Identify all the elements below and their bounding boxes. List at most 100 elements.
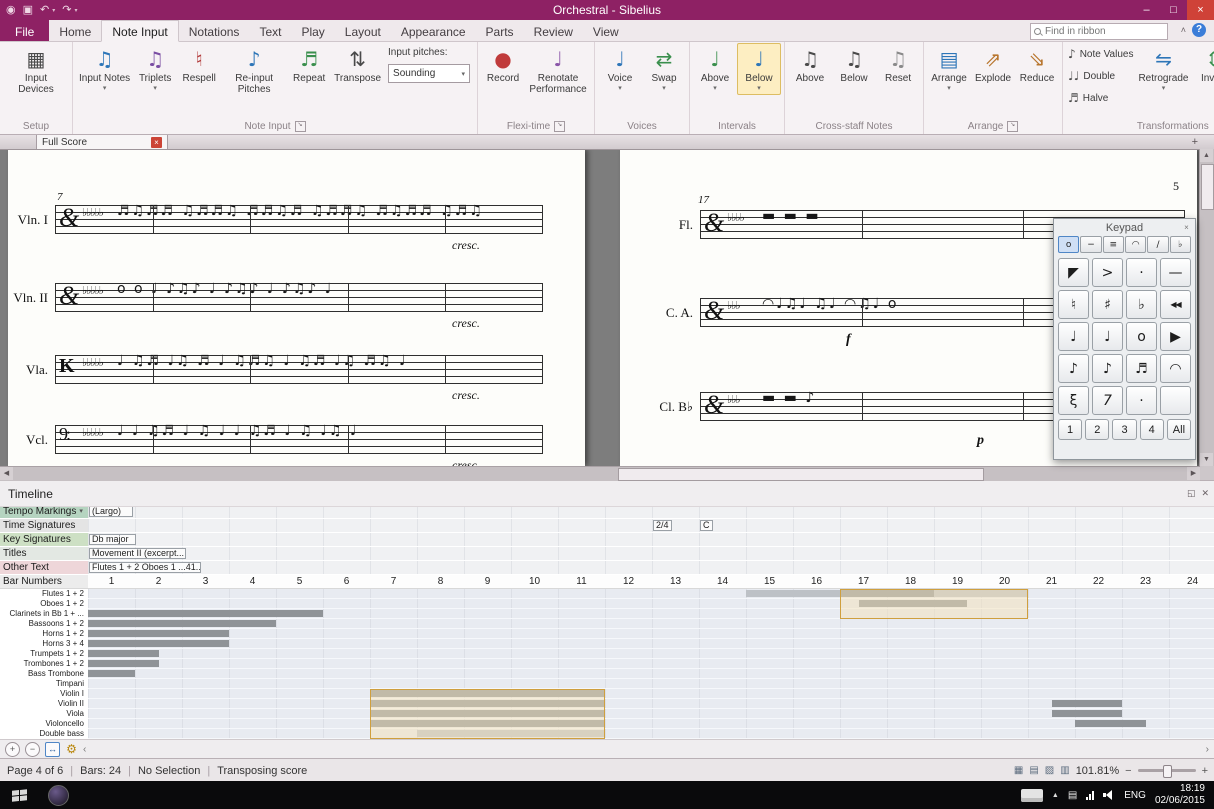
- keypad-button-sixteenth-note[interactable]: ♪: [1092, 354, 1123, 383]
- activity-segment[interactable]: [88, 650, 159, 657]
- horizontal-scrollbar[interactable]: ◀ ▶: [0, 466, 1200, 481]
- tab-appearance[interactable]: Appearance: [391, 20, 476, 41]
- keypad-button-blank[interactable]: [1160, 386, 1191, 415]
- keypad-button-previous-layout[interactable]: ◀◀: [1160, 290, 1191, 319]
- button-note-values[interactable]: ♪ Note Values: [1068, 47, 1133, 61]
- ideas-panel-toggle-icon[interactable]: ▥: [1060, 765, 1069, 776]
- zoom-slider-thumb[interactable]: [1162, 765, 1172, 778]
- keypad-button-natural[interactable]: ♮: [1058, 290, 1089, 319]
- keypad-button-mouse-pointer[interactable]: ◤: [1058, 258, 1089, 287]
- button-note-input-triplets[interactable]: ♫ Triplets ▾: [133, 43, 177, 95]
- volume-icon[interactable]: [1103, 790, 1115, 800]
- keypad-button-accent[interactable]: >: [1092, 258, 1123, 287]
- timeline-selection[interactable]: [370, 689, 605, 739]
- taskbar-clock[interactable]: 18:19 02/06/2015: [1155, 783, 1205, 807]
- instrument-activity-track[interactable]: [88, 719, 1214, 729]
- maximize-button[interactable]: □: [1160, 0, 1187, 20]
- activity-segment[interactable]: [88, 630, 229, 637]
- minimize-button[interactable]: –: [1133, 0, 1160, 20]
- timeline-event-chip[interactable]: Db major: [89, 534, 136, 545]
- tab-note-input[interactable]: Note Input: [101, 20, 179, 42]
- keypad-panel-toggle-icon[interactable]: ▦: [1014, 765, 1023, 776]
- button-note-input-repeat[interactable]: ♬ Repeat: [287, 43, 331, 86]
- tab-parts[interactable]: Parts: [476, 20, 524, 41]
- instrument-activity-track[interactable]: [88, 629, 1214, 639]
- keypad-button-next-layout[interactable]: ▶: [1160, 322, 1191, 351]
- keypad-voice-3[interactable]: 3: [1112, 419, 1137, 440]
- timeline-row-label[interactable]: Titles: [0, 547, 88, 560]
- staff-vln-ii[interactable]: Vln. II & ♭♭♭♭♭ o o ♩ ♪♫♪ ♩ ♪♫♪ ♩ ♪♫♪ ♩: [13, 281, 543, 312]
- keypad-tab-accidentals[interactable]: ♭: [1169, 236, 1191, 253]
- keypad-button-thirty-second-note[interactable]: ♬: [1126, 354, 1157, 383]
- keypad-voice-4[interactable]: 4: [1139, 419, 1164, 440]
- redo-icon[interactable]: ↷: [62, 0, 71, 20]
- keypad-tab-beams-tremolos[interactable]: ≡: [1102, 236, 1124, 253]
- activity-segment[interactable]: [1051, 710, 1122, 717]
- button-cross-staff-notes-above[interactable]: ♫ Above: [788, 43, 832, 86]
- button-double[interactable]: ♩♩ Double: [1068, 69, 1133, 83]
- keypad-button-quarter-rest[interactable]: ξ: [1058, 386, 1089, 415]
- zoom-slider[interactable]: [1137, 765, 1196, 778]
- find-in-ribbon-input[interactable]: [1043, 25, 1165, 38]
- activity-segment[interactable]: [746, 590, 840, 597]
- timeline-row-label[interactable]: Time Signatures: [0, 519, 88, 532]
- timeline-row-label[interactable]: Other Text: [0, 561, 88, 574]
- vertical-scrollbar[interactable]: ▲ ▼: [1199, 149, 1214, 466]
- button-cross-staff-notes-below[interactable]: ♫ Below: [832, 43, 876, 86]
- tab-home[interactable]: Home: [49, 20, 101, 41]
- button-voices-voice[interactable]: ♩ Voice ▾: [598, 43, 642, 95]
- keypad-tab-jazz-articulations[interactable]: ∕: [1147, 236, 1169, 253]
- button-halve[interactable]: ♬ Halve: [1068, 91, 1133, 105]
- save-icon[interactable]: ▣: [23, 0, 33, 20]
- instrument-activity-track[interactable]: [88, 609, 1214, 619]
- keypad-button-staccato[interactable]: ·: [1126, 258, 1157, 287]
- button-note-input-re-input-pitches[interactable]: ♪ Re-input Pitches: [221, 43, 287, 97]
- keypad-voice-2[interactable]: 2: [1085, 419, 1110, 440]
- timeline-event-chip[interactable]: Flutes 1 + 2 Oboes 1 ...41...: [89, 562, 201, 573]
- instrument-activity-track[interactable]: [88, 649, 1214, 659]
- instrument-activity-track[interactable]: [88, 589, 1214, 599]
- activity-segment[interactable]: [88, 640, 229, 647]
- app-icon[interactable]: ◉: [6, 0, 16, 20]
- redo-dropdown-icon[interactable]: ▾: [74, 7, 77, 14]
- close-tab-icon[interactable]: ×: [151, 136, 162, 148]
- instrument-activity-track[interactable]: [88, 679, 1214, 689]
- button-flexi-time-record[interactable]: ● Record: [481, 43, 525, 86]
- timeline-scroll-right-icon[interactable]: ›: [1206, 744, 1209, 755]
- timeline-settings-gear-icon[interactable]: ⚙: [65, 743, 78, 756]
- keypad-tab-more-notes[interactable]: −: [1080, 236, 1102, 253]
- tab-notations[interactable]: Notations: [179, 20, 250, 41]
- timeline-event-chip[interactable]: Movement II (excerpt...: [89, 548, 186, 559]
- tab-layout[interactable]: Layout: [335, 20, 391, 41]
- dialog-launcher-icon[interactable]: ↘: [294, 120, 306, 132]
- keypad-tab-articulations[interactable]: ◠: [1124, 236, 1147, 253]
- timeline-row-label[interactable]: Key Signatures: [0, 533, 88, 546]
- button-arrange-arrange[interactable]: ▤ Arrange ▾: [927, 43, 971, 95]
- activity-segment[interactable]: [1075, 720, 1146, 727]
- minimize-ribbon-icon[interactable]: ˄: [1181, 25, 1186, 35]
- button-flexi-time-renotate-performance[interactable]: ♩ Renotate Performance: [525, 43, 591, 97]
- timeline-zoom-in-icon[interactable]: +: [5, 742, 20, 757]
- document-tab-full-score[interactable]: Full Score ×: [36, 134, 168, 149]
- keypad-button-flat[interactable]: ♭: [1126, 290, 1157, 319]
- staff-vla[interactable]: Vla. K ♭♭♭♭♭ ♩ ♫♬ ♩♫ ♬ ♩ ♫♬♫ ♩ ♫♬ ♩♫ ♬♫ ♩: [26, 353, 543, 384]
- horizontal-scroll-thumb[interactable]: [618, 468, 984, 481]
- keypad-button-eighth-note[interactable]: ♪: [1058, 354, 1089, 383]
- close-button[interactable]: ×: [1187, 0, 1214, 20]
- button-note-input-respell[interactable]: ♮ Respell: [177, 43, 221, 86]
- undo-icon[interactable]: ↶: [40, 0, 49, 20]
- mixer-panel-toggle-icon[interactable]: ▤: [1029, 765, 1038, 776]
- keypad-button-half-note[interactable]: ♩: [1058, 322, 1089, 351]
- instrument-activity-track[interactable]: [88, 669, 1214, 679]
- score-canvas[interactable]: 7 Vln. I & ♭♭♭♭♭ ♬♫♬♬ ♫♬♬♫ ♬♬♫♬ ♫♬♬♫ ♬♫♬♬ ♫♬…: [0, 149, 1200, 466]
- keypad-button-tie[interactable]: ◠: [1160, 354, 1191, 383]
- touch-keyboard-icon[interactable]: [1020, 788, 1043, 802]
- timeline-selection[interactable]: [840, 589, 1028, 619]
- activity-segment[interactable]: [88, 670, 135, 677]
- button-transformations-invert[interactable]: ⇕ Invert: [1191, 43, 1214, 86]
- find-in-ribbon-box[interactable]: [1030, 23, 1168, 40]
- instrument-activity-track[interactable]: [88, 689, 1214, 699]
- instrument-activity-track[interactable]: [88, 699, 1214, 709]
- tab-play[interactable]: Play: [291, 20, 334, 41]
- button-transformations-retrograde[interactable]: ⇋ Retrograde ▾: [1135, 43, 1191, 95]
